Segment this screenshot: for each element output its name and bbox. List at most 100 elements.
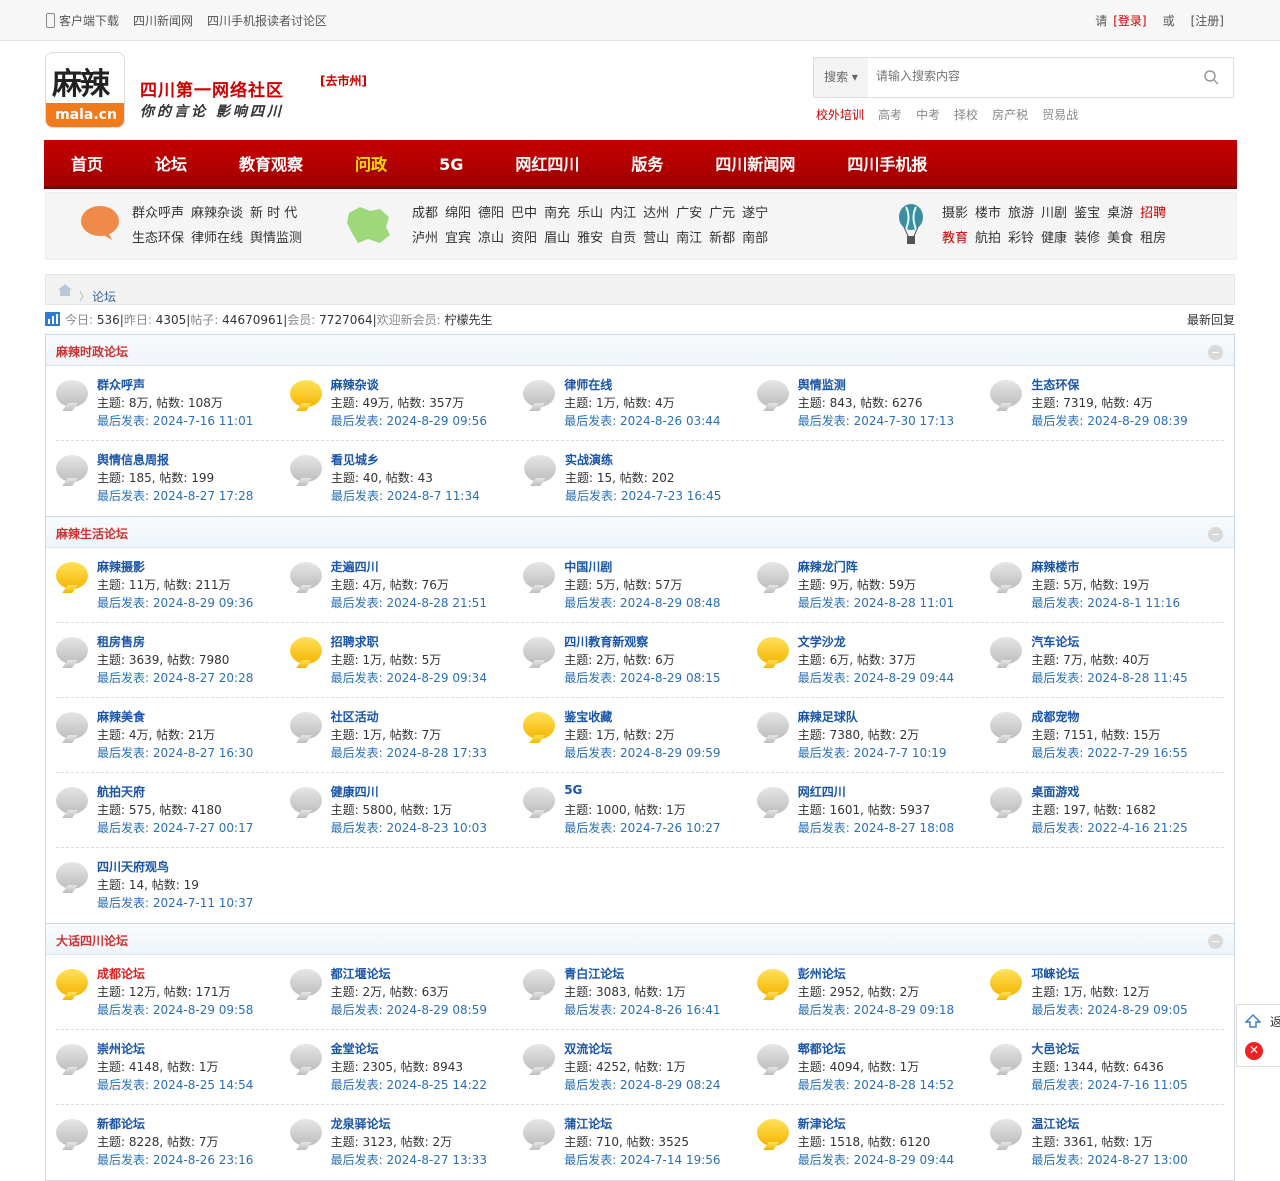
forum-name-link[interactable]: 招聘求职 — [331, 633, 379, 650]
forum-last-post-link[interactable]: 最后发表: 2024-8-29 08:15 — [564, 669, 720, 686]
nav-item[interactable]: 论坛 — [155, 140, 187, 189]
forum-last-post-link[interactable]: 最后发表: 2024-8-28 21:51 — [331, 594, 487, 611]
forum-name-link[interactable]: 汽车论坛 — [1031, 633, 1079, 650]
collapse-icon[interactable] — [1208, 345, 1223, 360]
sub-nav-link[interactable]: 自贡 — [610, 226, 636, 251]
sub-nav-link[interactable]: 德阳 — [478, 201, 504, 226]
forum-last-post-link[interactable]: 最后发表: 2024-8-25 14:22 — [331, 1076, 487, 1093]
search-type-select[interactable]: 搜索 ▾ — [814, 58, 868, 97]
forum-name-link[interactable]: 麻辣杂谈 — [331, 376, 379, 393]
forum-name-link[interactable]: 四川教育新观察 — [564, 633, 648, 650]
forum-last-post-link[interactable]: 最后发表: 2024-8-29 08:39 — [1031, 412, 1187, 429]
search-icon[interactable] — [1203, 69, 1219, 85]
nav-item[interactable]: 网红四川 — [515, 140, 579, 189]
hot-keyword[interactable]: 校外培训 — [816, 106, 864, 123]
sub-nav-link[interactable]: 生态环保 — [132, 226, 184, 251]
sub-nav-link[interactable]: 遂宁 — [742, 201, 768, 226]
forum-last-post-link[interactable]: 最后发表: 2024-7-23 16:45 — [565, 487, 721, 504]
forum-last-post-link[interactable]: 最后发表: 2024-8-28 11:45 — [1031, 669, 1187, 686]
forum-last-post-link[interactable]: 最后发表: 2024-8-27 17:28 — [97, 487, 253, 504]
forum-name-link[interactable]: 四川天府观鸟 — [97, 858, 169, 875]
sub-nav-link[interactable]: 群众呼声 — [132, 201, 184, 226]
forum-last-post-link[interactable]: 最后发表: 2024-8-27 20:28 — [97, 669, 253, 686]
sub-nav-link[interactable]: 乐山 — [577, 201, 603, 226]
breadcrumb-forum-link[interactable]: 论坛 — [92, 288, 116, 305]
forum-last-post-link[interactable]: 最后发表: 2024-8-26 23:16 — [97, 1151, 253, 1168]
sub-nav-link[interactable]: 教育 — [942, 226, 968, 251]
forum-last-post-link[interactable]: 最后发表: 2024-7-27 00:17 — [97, 819, 253, 836]
sub-nav-link[interactable]: 泸州 — [412, 226, 438, 251]
forum-last-post-link[interactable]: 最后发表: 2024-8-29 09:34 — [331, 669, 487, 686]
forum-last-post-link[interactable]: 最后发表: 2024-8-29 09:05 — [1031, 1001, 1187, 1018]
sub-nav-link[interactable]: 楼市 — [975, 201, 1001, 226]
forum-last-post-link[interactable]: 最后发表: 2024-8-29 09:59 — [564, 744, 720, 761]
collapse-icon[interactable] — [1208, 934, 1223, 949]
forum-name-link[interactable]: 新都论坛 — [97, 1115, 145, 1132]
forum-last-post-link[interactable]: 最后发表: 2024-8-27 13:00 — [1031, 1151, 1187, 1168]
forum-last-post-link[interactable]: 最后发表: 2024-8-25 14:54 — [97, 1076, 253, 1093]
forum-last-post-link[interactable]: 最后发表: 2024-7-16 11:01 — [97, 412, 253, 429]
sub-nav-link[interactable]: 舆情监测 — [250, 226, 302, 251]
sub-nav-link[interactable]: 达州 — [643, 201, 669, 226]
forum-last-post-link[interactable]: 最后发表: 2024-7-26 10:27 — [564, 819, 720, 836]
forum-name-link[interactable]: 新津论坛 — [798, 1115, 846, 1132]
sub-nav-link[interactable]: 宜宾 — [445, 226, 471, 251]
hot-keyword[interactable]: 房产税 — [992, 106, 1028, 123]
client-download-link[interactable]: 客户端下载 — [46, 12, 119, 29]
forum-last-post-link[interactable]: 最后发表: 2024-7-30 17:13 — [798, 412, 954, 429]
forum-name-link[interactable]: 5G — [564, 783, 582, 797]
sub-nav-link[interactable]: 鉴宝 — [1074, 201, 1100, 226]
forum-last-post-link[interactable]: 最后发表: 2024-8-29 08:48 — [564, 594, 720, 611]
forum-last-post-link[interactable]: 最后发表: 2024-8-28 14:52 — [798, 1076, 954, 1093]
sub-nav-link[interactable]: 新 时 代 — [250, 201, 297, 226]
forum-name-link[interactable]: 大邑论坛 — [1031, 1040, 1079, 1057]
forum-name-link[interactable]: 鉴宝收藏 — [564, 708, 612, 725]
forum-last-post-link[interactable]: 最后发表: 2024-8-26 03:44 — [564, 412, 720, 429]
forum-name-link[interactable]: 麻辣摄影 — [97, 558, 145, 575]
forum-name-link[interactable]: 桌面游戏 — [1031, 783, 1079, 800]
newest-member-link[interactable]: 柠檬先生 — [445, 313, 493, 327]
section-title[interactable]: 麻辣生活论坛 — [56, 525, 128, 542]
forum-last-post-link[interactable]: 最后发表: 2024-7-7 10:19 — [798, 744, 947, 761]
register-link[interactable]: [注册] — [1191, 12, 1224, 29]
forum-name-link[interactable]: 实战演练 — [565, 451, 613, 468]
sub-nav-link[interactable]: 成都 — [412, 201, 438, 226]
nav-item[interactable]: 教育观察 — [239, 140, 303, 189]
sub-nav-link[interactable]: 航拍 — [975, 226, 1001, 251]
back-to-top-icon[interactable] — [1245, 1013, 1261, 1029]
forum-name-link[interactable]: 航拍天府 — [97, 783, 145, 800]
sub-nav-link[interactable]: 营山 — [643, 226, 669, 251]
city-selector[interactable]: [去市州] — [320, 72, 367, 89]
section-title[interactable]: 大话四川论坛 — [56, 932, 128, 949]
login-link[interactable]: [登录] — [1113, 12, 1146, 29]
forum-name-link[interactable]: 看见城乡 — [331, 451, 379, 468]
sub-nav-link[interactable]: 南江 — [676, 226, 702, 251]
forum-last-post-link[interactable]: 最后发表: 2024-8-27 16:30 — [97, 744, 253, 761]
nav-item[interactable]: 四川手机报 — [847, 140, 927, 189]
forum-name-link[interactable]: 麻辣龙门阵 — [798, 558, 858, 575]
sub-nav-link[interactable]: 旅游 — [1008, 201, 1034, 226]
forum-name-link[interactable]: 麻辣足球队 — [798, 708, 858, 725]
close-icon[interactable]: ✕ — [1245, 1042, 1263, 1060]
forum-name-link[interactable]: 都江堰论坛 — [331, 965, 391, 982]
sub-nav-link[interactable]: 南充 — [544, 201, 570, 226]
sub-nav-link[interactable]: 绵阳 — [445, 201, 471, 226]
forum-name-link[interactable]: 租房售房 — [97, 633, 145, 650]
forum-last-post-link[interactable]: 最后发表: 2024-8-29 08:59 — [331, 1001, 487, 1018]
sub-nav-link[interactable]: 新都 — [709, 226, 735, 251]
forum-last-post-link[interactable]: 最后发表: 2022-7-29 16:55 — [1031, 744, 1187, 761]
forum-last-post-link[interactable]: 最后发表: 2024-8-29 08:24 — [564, 1076, 720, 1093]
forum-last-post-link[interactable]: 最后发表: 2024-8-29 09:58 — [97, 1001, 253, 1018]
forum-last-post-link[interactable]: 最后发表: 2024-8-29 09:18 — [798, 1001, 954, 1018]
sub-nav-link[interactable]: 麻辣杂谈 — [191, 201, 243, 226]
sub-nav-link[interactable]: 川剧 — [1041, 201, 1067, 226]
nav-item[interactable]: 首页 — [71, 140, 103, 189]
sub-nav-link[interactable]: 资阳 — [511, 226, 537, 251]
forum-name-link[interactable]: 社区活动 — [331, 708, 379, 725]
forum-name-link[interactable]: 青白江论坛 — [564, 965, 624, 982]
sub-nav-link[interactable]: 招聘 — [1140, 201, 1166, 226]
forum-last-post-link[interactable]: 最后发表: 2024-8-23 10:03 — [331, 819, 487, 836]
sub-nav-link[interactable]: 南部 — [742, 226, 768, 251]
forum-name-link[interactable]: 崇州论坛 — [97, 1040, 145, 1057]
hot-keyword[interactable]: 中考 — [916, 106, 940, 123]
